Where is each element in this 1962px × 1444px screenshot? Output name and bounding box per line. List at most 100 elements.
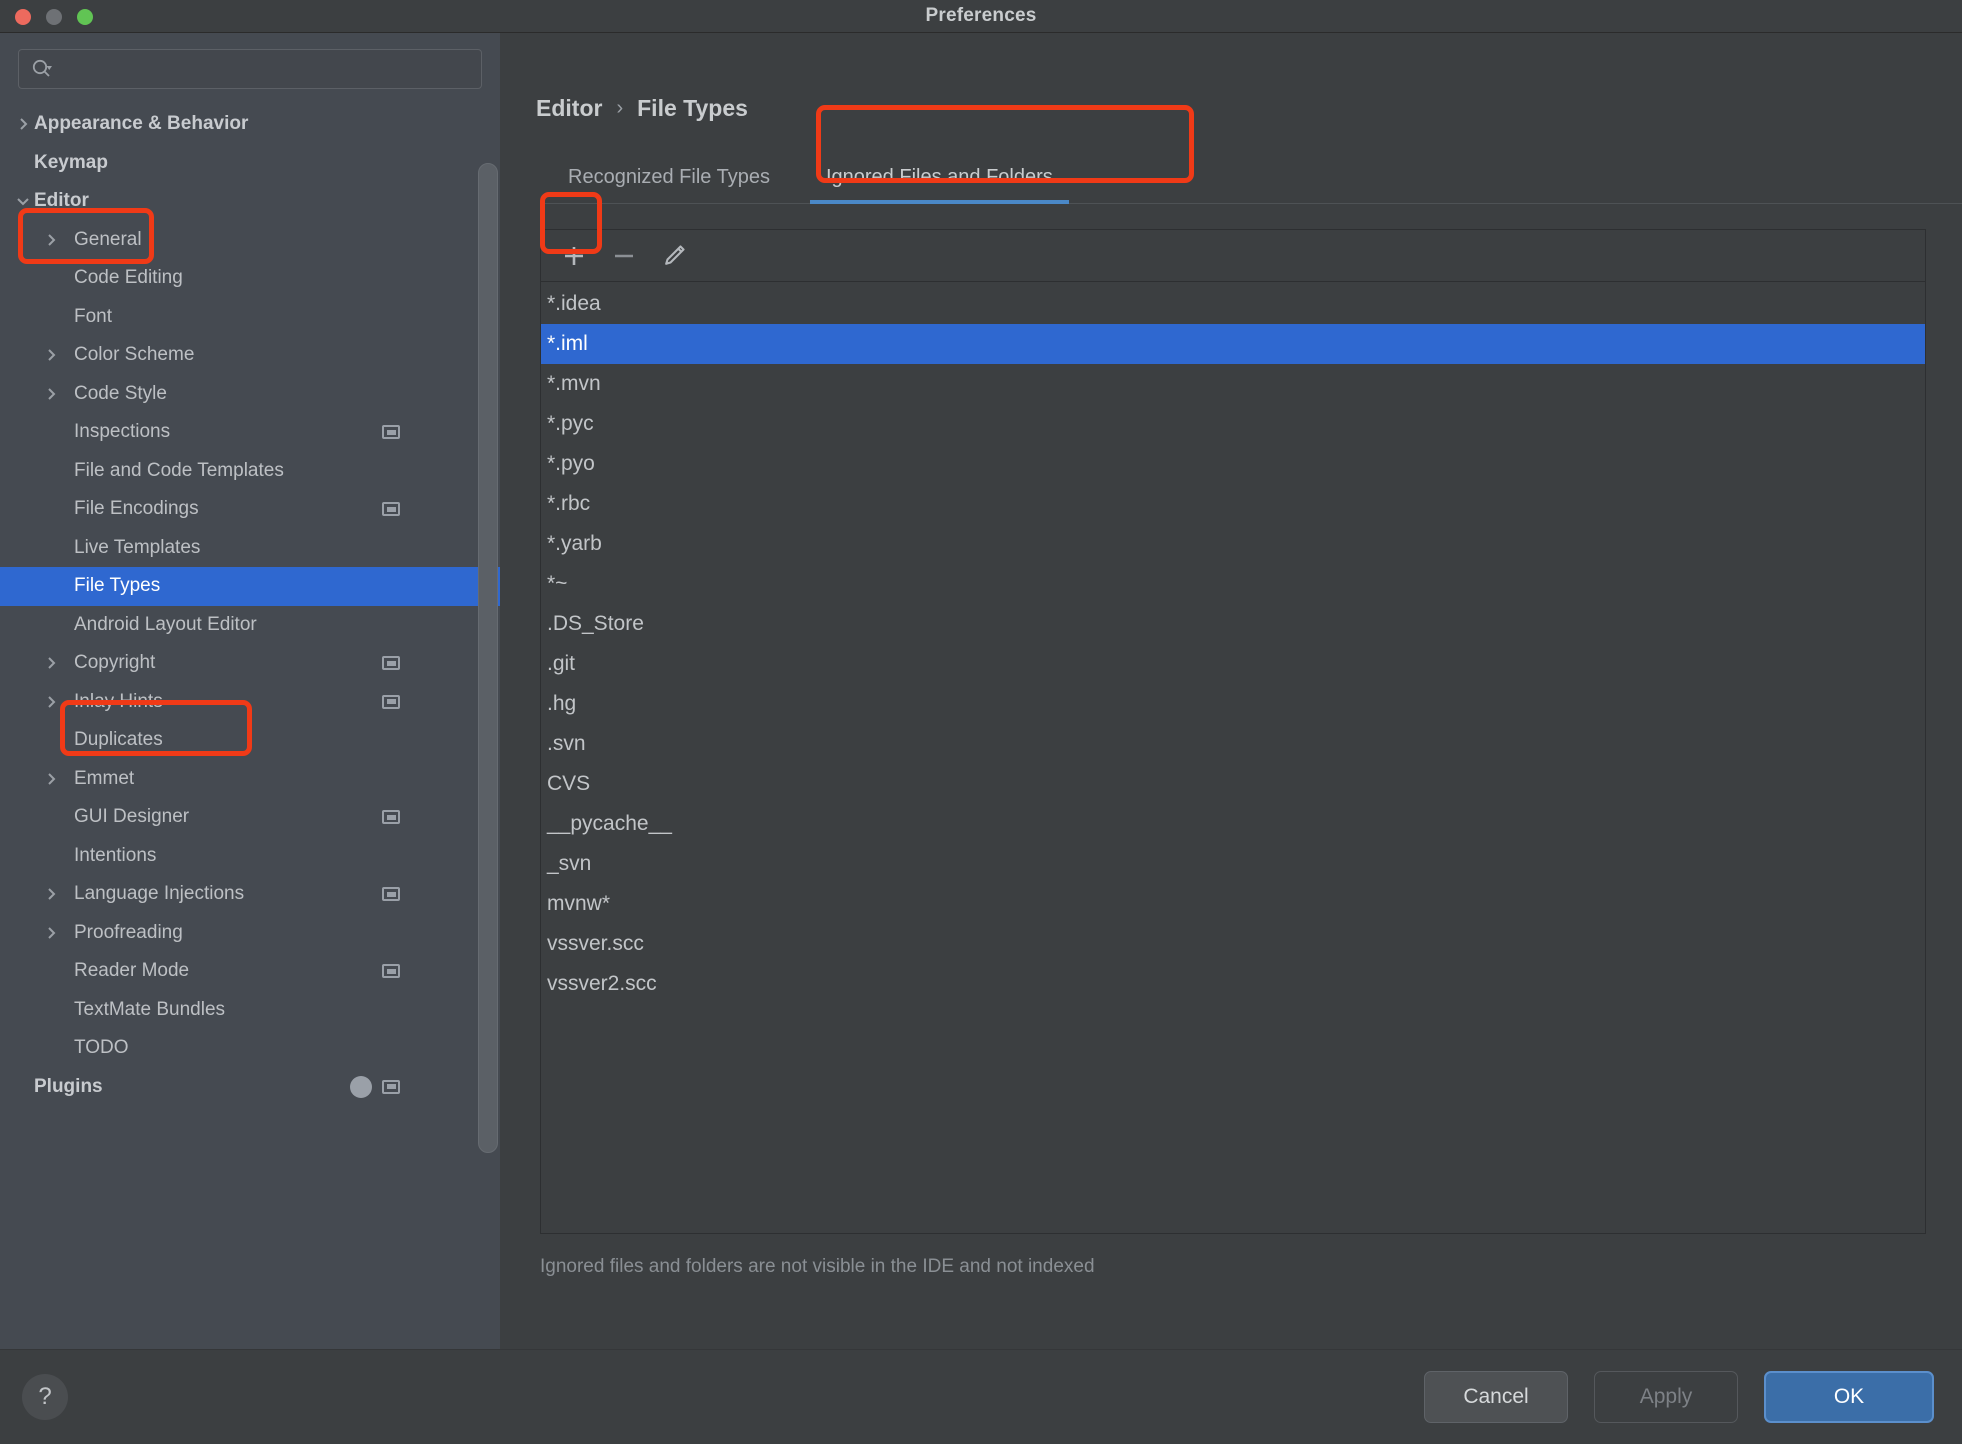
breadcrumb-current: File Types (637, 95, 748, 121)
list-item[interactable]: CVS (541, 764, 1925, 804)
sidebar-item-copyright[interactable]: Copyright (0, 644, 500, 683)
list-item[interactable]: *.iml (541, 324, 1925, 364)
tab-recognized-file-types[interactable]: Recognized File Types (540, 156, 798, 203)
sidebar-item-code-editing[interactable]: Code Editing (0, 259, 500, 298)
apply-button[interactable]: Apply (1594, 1371, 1738, 1423)
list-item[interactable]: *.pyo (541, 444, 1925, 484)
chevron-right-icon[interactable] (34, 914, 68, 953)
chevron-right-icon[interactable] (34, 221, 68, 260)
close-button[interactable] (15, 9, 31, 25)
chevron-right-icon[interactable] (34, 644, 68, 683)
sidebar-item-inlay-hints[interactable]: Inlay Hints (0, 683, 500, 722)
settings-tree: Appearance & Behavior Keymap Editor General… (0, 99, 500, 1349)
chevron-down-icon[interactable] (6, 182, 40, 221)
tab-ignored-files-and-folders[interactable]: Ignored Files and Folders (798, 156, 1081, 204)
sidebar-item-proofreading[interactable]: Proofreading (0, 914, 500, 953)
sidebar-item-label: File Types (74, 575, 161, 597)
remove-button[interactable] (601, 234, 647, 278)
list-item[interactable]: *~ (541, 564, 1925, 604)
sidebar-item-label: General (74, 228, 142, 250)
zoom-button[interactable] (77, 9, 93, 25)
list-item[interactable]: *.rbc (541, 484, 1925, 524)
list-item[interactable]: vssver2.scc (541, 964, 1925, 1004)
add-button[interactable] (551, 234, 597, 278)
list-item[interactable]: _svn (541, 844, 1925, 884)
sidebar-item-code-style[interactable]: Code Style (0, 375, 500, 414)
sidebar-scrollbar[interactable] (478, 163, 498, 1153)
list-item[interactable]: __pycache__ (541, 804, 1925, 844)
chevron-right-icon[interactable] (34, 760, 68, 799)
sidebar-item-duplicates[interactable]: Duplicates (0, 721, 500, 760)
search-input[interactable] (59, 59, 469, 79)
sidebar-item-intentions[interactable]: Intentions (0, 837, 500, 876)
sidebar-item-label: Inspections (74, 421, 171, 443)
list-item[interactable]: *.mvn (541, 364, 1925, 404)
project-scope-icon (382, 656, 400, 671)
list-item[interactable]: .hg (541, 684, 1925, 724)
search-container (0, 33, 500, 99)
sidebar-item-appearance-behavior[interactable]: Appearance & Behavior (0, 105, 500, 144)
list-item[interactable]: .svn (541, 724, 1925, 764)
sidebar-item-general[interactable]: General (0, 221, 500, 260)
dialog-footer: ? Cancel Apply OK (0, 1350, 1962, 1444)
help-button[interactable]: ? (22, 1374, 68, 1420)
sidebar-item-keymap[interactable]: Keymap (0, 144, 500, 183)
sidebar-item-emmet[interactable]: Emmet (0, 760, 500, 799)
sidebar-item-label: Code Editing (74, 267, 183, 289)
search-field[interactable] (18, 49, 482, 89)
sidebar-item-reader-mode[interactable]: Reader Mode (0, 952, 500, 991)
breadcrumb-parent[interactable]: Editor (536, 95, 602, 122)
breadcrumb-separator-icon: › (616, 97, 624, 119)
sidebar-item-editor[interactable]: Editor (0, 182, 500, 221)
chevron-right-icon[interactable] (34, 375, 68, 414)
breadcrumb: Editor › File Types (500, 33, 1962, 122)
sidebar-item-label: TextMate Bundles (74, 998, 226, 1020)
cancel-button[interactable]: Cancel (1424, 1371, 1568, 1423)
sidebar-item-live-templates[interactable]: Live Templates (0, 529, 500, 568)
minimize-button[interactable] (46, 9, 62, 25)
sidebar-item-inspections[interactable]: Inspections (0, 413, 500, 452)
list-item[interactable]: *.idea (541, 284, 1925, 324)
list-item[interactable]: mvnw* (541, 884, 1925, 924)
chevron-right-icon[interactable] (34, 875, 68, 914)
sidebar-item-label: File Encodings (74, 498, 199, 520)
sidebar-item-file-encodings[interactable]: File Encodings (0, 490, 500, 529)
sidebar-item-color-scheme[interactable]: Color Scheme (0, 336, 500, 375)
sidebar-item-gui-designer[interactable]: GUI Designer (0, 798, 500, 837)
sidebar-item-label: Android Layout Editor (74, 613, 257, 635)
settings-main-panel: Editor › File Types Recognized File Type… (500, 33, 1962, 1350)
chevron-right-icon[interactable] (34, 683, 68, 722)
chevron-right-icon[interactable] (34, 336, 68, 375)
sidebar-item-font[interactable]: Font (0, 298, 500, 337)
list-item[interactable]: .git (541, 644, 1925, 684)
list-item[interactable]: *.yarb (541, 524, 1925, 564)
ok-button[interactable]: OK (1764, 1371, 1934, 1423)
sidebar-item-label: Reader Mode (74, 960, 190, 982)
chevron-right-icon[interactable] (6, 105, 40, 144)
sidebar-item-file-types[interactable]: File Types (0, 567, 500, 606)
sidebar-item-label: Copyright (74, 652, 156, 674)
sidebar-item-plugins[interactable]: Plugins (0, 1068, 500, 1107)
sidebar-item-language-injections[interactable]: Language Injections (0, 875, 500, 914)
sidebar-item-label: Color Scheme (74, 344, 195, 366)
sidebar-item-file-and-code-templates[interactable]: File and Code Templates (0, 452, 500, 491)
ignored-files-panel: *.idea *.iml *.mvn *.pyc *.pyo *.rbc *.yarb *~.… (540, 229, 1926, 1234)
sidebar-item-label: Duplicates (74, 729, 163, 751)
sidebar-item-label: Keymap (34, 151, 108, 173)
project-scope-icon (382, 502, 400, 517)
footer-buttons: Cancel Apply OK (1424, 1371, 1934, 1423)
sidebar-item-label: Code Style (74, 382, 167, 404)
sidebar-item-label: Language Injections (74, 883, 245, 905)
sidebar-item-label: Plugins (34, 1075, 103, 1097)
dialog-body: Appearance & Behavior Keymap Editor General… (0, 33, 1962, 1350)
ignored-files-list[interactable]: *.idea *.iml *.mvn *.pyc *.pyo *.rbc *.yarb *~.… (541, 282, 1925, 1233)
window-titlebar: Preferences (0, 0, 1962, 33)
sidebar-item-textmate-bundles[interactable]: TextMate Bundles (0, 991, 500, 1030)
list-item[interactable]: .DS_Store (541, 604, 1925, 644)
list-item[interactable]: *.pyc (541, 404, 1925, 444)
sidebar-item-todo[interactable]: TODO (0, 1029, 500, 1068)
sidebar-item-label: TODO (74, 1037, 129, 1059)
list-item[interactable]: vssver.scc (541, 924, 1925, 964)
edit-pencil-icon[interactable] (651, 234, 697, 278)
sidebar-item-android-layout-editor[interactable]: Android Layout Editor (0, 606, 500, 645)
